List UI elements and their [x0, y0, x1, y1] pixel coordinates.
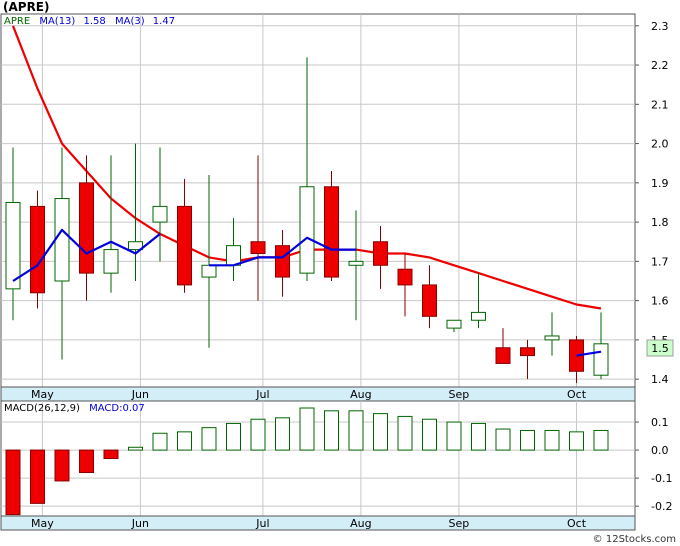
month-axis-bottom	[0, 515, 636, 531]
macd-legend-value: MACD:0.07	[89, 403, 145, 414]
candle-body-up	[226, 245, 241, 266]
candle-body-up	[299, 186, 315, 274]
month-label: Sep	[449, 388, 470, 401]
month-label: Jun	[131, 388, 149, 401]
macd-bar-positive	[324, 410, 339, 451]
price-tick-label: 1.6	[651, 295, 669, 308]
candle-body-up	[201, 264, 217, 278]
price-tick-label: 1.9	[651, 177, 669, 190]
price-tick-label: 1.4	[651, 373, 669, 386]
legend-symbol: APRE	[4, 16, 30, 27]
candle-body-down	[30, 205, 45, 294]
candle-body-up	[471, 311, 486, 321]
candle-body-down	[79, 182, 94, 274]
month-label: May	[31, 388, 54, 401]
macd-bar-negative	[79, 449, 94, 474]
month-label: Sep	[449, 517, 470, 530]
macd-bar-positive	[299, 407, 315, 451]
candle-body-up	[593, 343, 609, 376]
month-label: Jul	[255, 517, 269, 530]
legend-ma3-label: MA(3)	[115, 16, 145, 27]
macd-bar-positive	[177, 431, 192, 451]
price-y-axis: 1.4 1.5 1.6 1.7 1.8 1.9 2.0 2.1 2.2 2.3	[635, 20, 669, 386]
month-label: Jul	[255, 388, 269, 401]
candle-body-down	[495, 347, 511, 364]
macd-bar-positive	[397, 415, 413, 451]
macd-bar-positive	[201, 427, 217, 451]
candle-body-down	[397, 268, 413, 286]
macd-bar-positive	[471, 422, 486, 451]
candle-body-up	[103, 249, 119, 274]
price-tick-label: 2.1	[651, 98, 669, 111]
macd-bar-positive	[495, 428, 511, 451]
candle-body-up	[544, 335, 560, 341]
candle-body-down	[275, 245, 290, 278]
candle-body-up	[54, 198, 70, 282]
last-price-label: 1.5	[651, 342, 669, 355]
macd-legend-label: MACD(26,12,9)	[4, 403, 80, 414]
candle-body-up	[348, 260, 364, 266]
candle	[30, 190, 45, 309]
price-tick-label: 2.0	[651, 138, 669, 151]
watermark: © 12Stocks.com	[593, 534, 676, 545]
macd-bar-positive	[520, 429, 535, 451]
month-label: Oct	[567, 388, 587, 401]
candle-body-up	[446, 319, 462, 329]
macd-bar-positive	[250, 418, 266, 451]
candle-body-down	[324, 186, 339, 278]
macd-tick-label: 0.1	[651, 416, 669, 429]
price-tick-label: 1.7	[651, 255, 669, 268]
month-axis-top	[0, 386, 636, 402]
candle-body-down	[373, 241, 388, 266]
price-panel	[0, 13, 636, 388]
macd-y-axis: 0.1 0.0 -0.1 -0.2	[635, 416, 672, 513]
macd-legend: MACD(26,12,9) MACD:0.07	[4, 403, 145, 414]
candle-body-down	[520, 347, 535, 357]
legend-ma13-value: 1.58	[84, 16, 106, 27]
price-tick-label: 2.2	[651, 59, 669, 72]
candle	[324, 171, 339, 281]
candle-body-down	[422, 284, 437, 317]
month-label: Aug	[350, 517, 371, 530]
macd-panel	[0, 400, 636, 517]
macd-tick-label: 0.0	[651, 444, 669, 457]
candle-body-up	[5, 201, 21, 290]
month-label: Aug	[350, 388, 371, 401]
macd-bar-positive	[275, 417, 290, 451]
price-tick-label: 2.3	[651, 20, 669, 33]
legend-ma13-label: MA(13)	[39, 16, 75, 27]
macd-bar-positive	[569, 431, 584, 451]
macd-tick-label: -0.1	[651, 472, 672, 485]
macd-bar-negative	[30, 449, 45, 504]
macd-bar-positive	[544, 429, 560, 451]
month-label: May	[31, 517, 54, 530]
candle-body-up	[152, 205, 168, 223]
macd-bar-negative	[5, 449, 21, 516]
candle-body-down	[250, 241, 266, 255]
candle-body-down	[177, 205, 192, 286]
month-label: Jun	[131, 517, 149, 530]
macd-bar-positive	[226, 422, 241, 451]
price-tick-label: 1.8	[651, 216, 669, 229]
stock-chart: (APRE) 1.4 1.5 1.6 1.7 1.8 1.9 2.0 2.1 2.2 2.3 AP…	[0, 0, 676, 545]
macd-bar-positive	[152, 432, 168, 451]
macd-bar-positive	[128, 446, 143, 451]
macd-bar-negative	[103, 449, 119, 459]
month-label: Oct	[567, 517, 587, 530]
legend-ma3-value: 1.47	[153, 16, 175, 27]
macd-bar-positive	[373, 413, 388, 451]
macd-tick-label: -0.2	[651, 500, 672, 513]
macd-bar-positive	[348, 410, 364, 451]
chart-title: (APRE)	[3, 0, 50, 14]
macd-bar-negative	[54, 449, 70, 482]
macd-bar-positive	[446, 421, 462, 451]
macd-bar-positive	[422, 418, 437, 451]
macd-bar-positive	[593, 429, 609, 451]
